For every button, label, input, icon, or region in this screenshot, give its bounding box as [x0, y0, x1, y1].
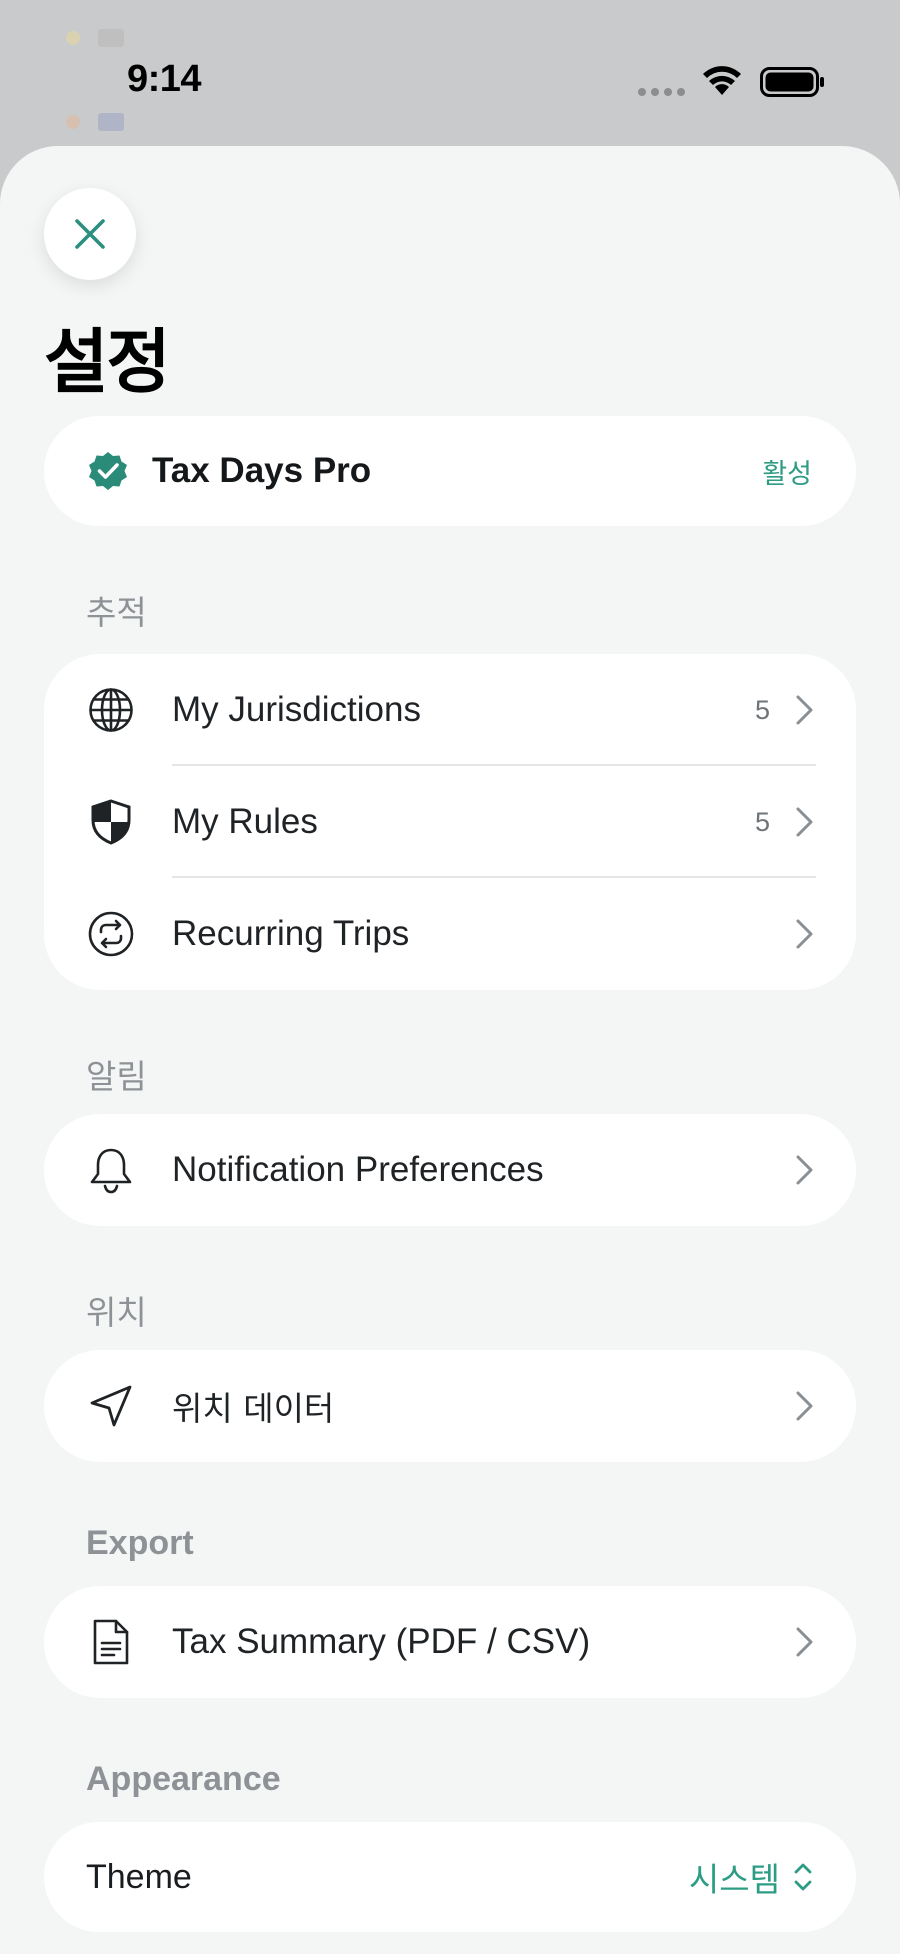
- row-label: Notification Preferences: [172, 1150, 544, 1189]
- chevron-right-icon: [796, 807, 813, 837]
- repeat-icon: [86, 909, 136, 959]
- section-label-alerts: 알림: [86, 1057, 147, 1096]
- settings-sheet: 설정 Tax Days Pro 활성 추적 My Jurisdictions 5: [0, 146, 900, 1954]
- alerts-card: Notification Preferences: [44, 1114, 856, 1226]
- status-time: 9:14: [127, 58, 202, 100]
- section-label-appearance: Appearance: [86, 1760, 281, 1798]
- section-label-location: 위치: [86, 1293, 147, 1332]
- pro-status-badge: 활성: [762, 458, 812, 490]
- location-card: 위치 데이터: [44, 1350, 856, 1462]
- verified-badge-icon: [89, 452, 127, 490]
- close-button[interactable]: [44, 188, 136, 280]
- chevron-right-icon: [796, 1627, 813, 1657]
- tracking-card: My Jurisdictions 5 My Rules 5 Recurring …: [44, 654, 856, 990]
- bell-icon: [86, 1145, 136, 1195]
- row-notification-preferences[interactable]: Notification Preferences: [44, 1114, 856, 1226]
- chevron-right-icon: [796, 1155, 813, 1185]
- row-my-rules[interactable]: My Rules 5: [44, 766, 856, 878]
- row-location-data[interactable]: 위치 데이터: [44, 1350, 856, 1462]
- section-label-tracking: 추적: [86, 593, 147, 632]
- theme-picker-value[interactable]: 시스템: [689, 1853, 780, 1901]
- row-label: My Jurisdictions: [172, 690, 421, 729]
- page-title: 설정: [44, 321, 171, 403]
- close-icon: [75, 219, 105, 249]
- row-my-jurisdictions[interactable]: My Jurisdictions 5: [44, 654, 856, 766]
- row-recurring-trips[interactable]: Recurring Trips: [44, 878, 856, 990]
- export-card: Tax Summary (PDF / CSV): [44, 1586, 856, 1698]
- chevron-right-icon: [796, 1391, 813, 1421]
- theme-row[interactable]: Theme 시스템: [44, 1822, 856, 1932]
- shield-icon: [86, 797, 136, 847]
- pro-plan-name: Tax Days Pro: [152, 451, 372, 490]
- chevron-up-down-icon: [794, 1863, 812, 1891]
- pro-status-card[interactable]: Tax Days Pro 활성: [44, 416, 856, 526]
- location-arrow-icon: [86, 1381, 136, 1431]
- battery-icon: [760, 67, 824, 97]
- status-bar: 9:14: [0, 0, 900, 150]
- row-count: 5: [754, 694, 770, 725]
- row-label: Tax Summary (PDF / CSV): [172, 1622, 591, 1661]
- chevron-right-icon: [796, 919, 813, 949]
- section-label-export: Export: [86, 1524, 194, 1562]
- row-tax-summary[interactable]: Tax Summary (PDF / CSV): [44, 1586, 856, 1698]
- row-label: Recurring Trips: [172, 914, 410, 953]
- chevron-right-icon: [796, 695, 813, 725]
- row-count: 5: [754, 806, 770, 837]
- cellular-signal-icon: [638, 88, 685, 96]
- globe-icon: [86, 685, 136, 735]
- theme-label: Theme: [86, 1857, 192, 1896]
- document-icon: [86, 1617, 136, 1667]
- wifi-icon: [703, 66, 741, 95]
- row-label: 위치 데이터: [172, 1389, 335, 1428]
- row-label: My Rules: [172, 802, 318, 841]
